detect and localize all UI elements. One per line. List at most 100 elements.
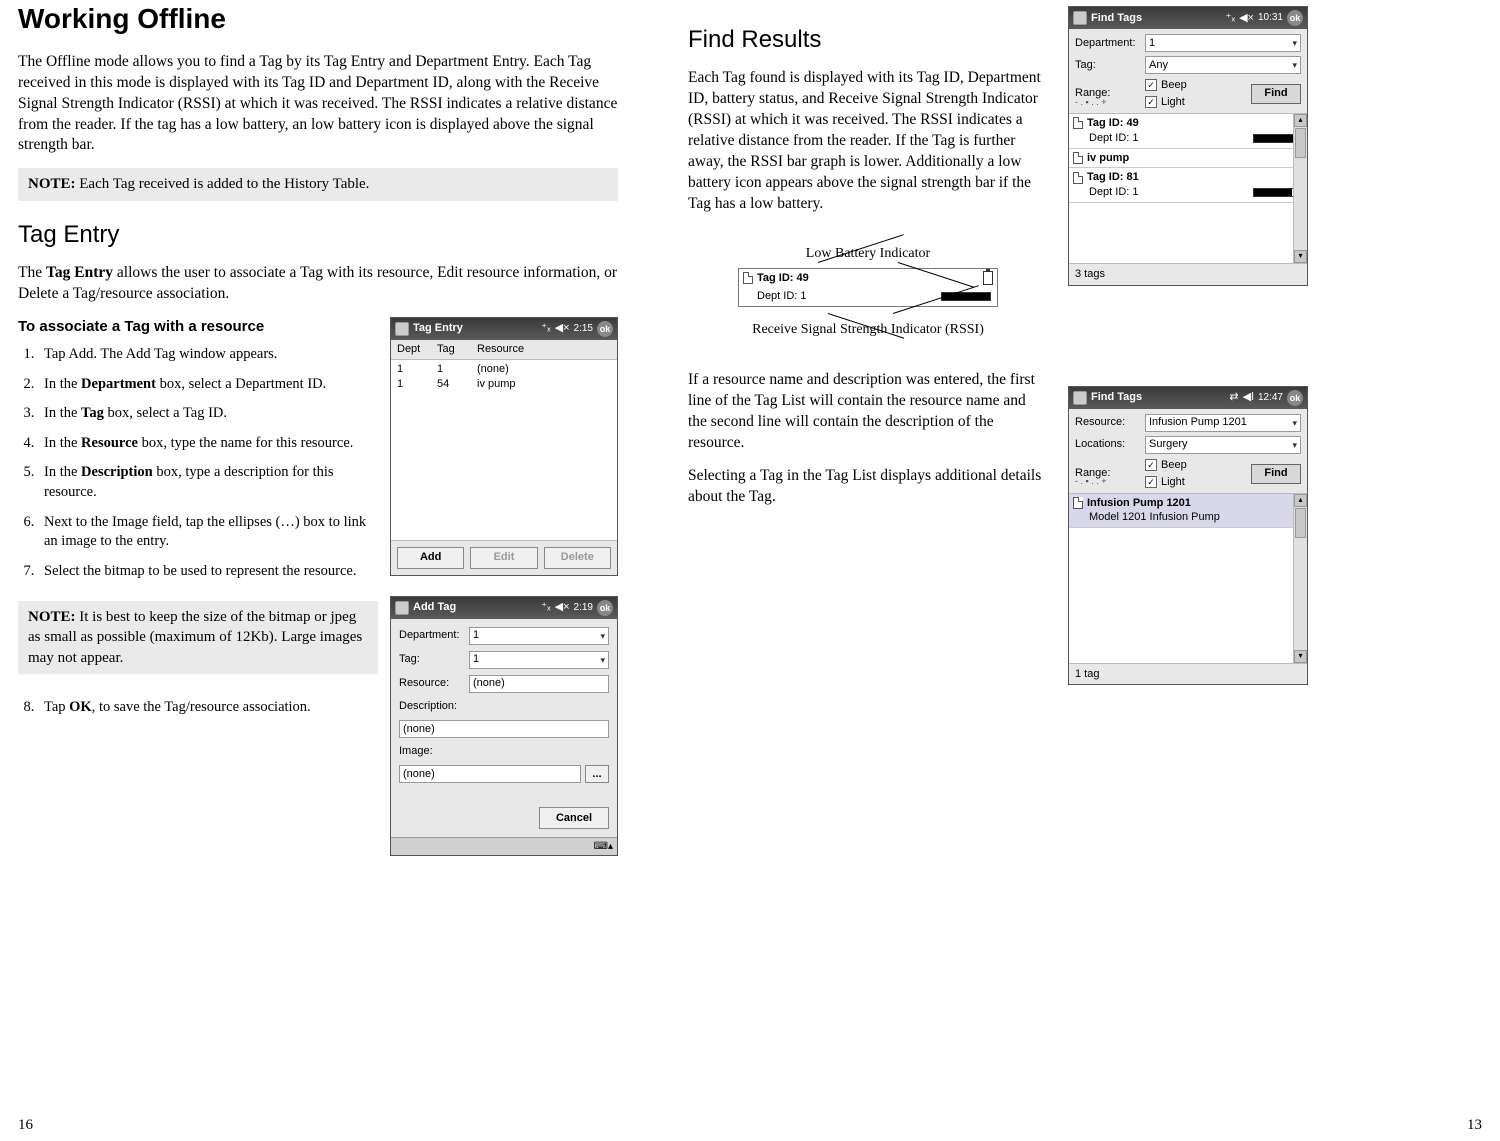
input-resource[interactable]: (none) — [469, 675, 609, 693]
row-department: Department: 1 — [399, 627, 609, 645]
document-icon — [743, 272, 753, 284]
scroll-thumb[interactable] — [1295, 128, 1306, 158]
signal-icon: ⁺ₓ — [541, 321, 550, 336]
select-tag[interactable]: 1 — [469, 651, 609, 669]
list-item-selected[interactable]: Infusion Pump 1201 Model 1201 Infusion P… — [1069, 494, 1307, 529]
label-resource: Resource: — [399, 676, 463, 691]
row-tag: Tag: 1 — [399, 651, 609, 669]
checkbox-beep[interactable]: ✓Beep — [1145, 458, 1245, 473]
ok-button[interactable]: ok — [597, 600, 613, 616]
callout-tag-item: Tag ID: 49 Dept ID: 1 — [738, 268, 998, 308]
ok-button[interactable]: ok — [1287, 10, 1303, 26]
pda-time: 2:15 — [574, 322, 593, 336]
input-value: (none) — [403, 767, 435, 782]
ok-button[interactable]: ok — [1287, 390, 1303, 406]
range-slider[interactable]: - . ▪ . . + — [1075, 96, 1301, 108]
status-footer: 1 tag — [1069, 663, 1307, 685]
checkbox-beep[interactable]: ✓Beep — [1145, 78, 1245, 93]
text-frag: Tap — [44, 699, 69, 715]
delete-button[interactable]: Delete — [544, 547, 611, 569]
scroll-thumb[interactable] — [1295, 508, 1306, 538]
label-tag: Tag: — [399, 652, 463, 667]
note-label: NOTE: — [28, 609, 76, 625]
document-icon — [1073, 117, 1083, 129]
select-department[interactable]: 1 — [1145, 34, 1301, 52]
speaker-icon: ◀× — [1239, 11, 1254, 26]
callout-tagid: Tag ID: 49 — [757, 271, 809, 286]
scroll-down-icon[interactable]: ▾ — [1294, 250, 1307, 263]
note-text: Each Tag received is added to the Histor… — [76, 176, 370, 192]
scrollbar[interactable]: ▴ ▾ — [1293, 494, 1307, 663]
select-locations[interactable]: Surgery — [1145, 436, 1301, 454]
keyboard-icon[interactable]: ⌨▴ — [594, 840, 613, 854]
note-bitmap: NOTE: It is best to keep the size of the… — [18, 601, 378, 674]
col-dept: Dept — [397, 342, 437, 357]
pda-titlebar: Find Tags ⁺ₓ ◀× 10:31 ok — [1069, 7, 1307, 29]
pda-title: Add Tag — [413, 600, 537, 615]
label-image: Image: — [399, 744, 609, 759]
cell: iv pump — [477, 377, 516, 392]
pda-time: 10:31 — [1258, 11, 1283, 25]
speaker-icon: ◀× — [555, 600, 570, 615]
list-item[interactable]: Tag ID: 49 Dept ID: 1 — [1069, 114, 1307, 149]
heading-working-offline: Working Offline — [18, 0, 618, 38]
scrollbar[interactable]: ▴ ▾ — [1293, 114, 1307, 263]
text-frag: box, select a Tag ID. — [104, 405, 227, 421]
document-icon — [1073, 497, 1083, 509]
bold-ok: OK — [69, 699, 92, 715]
list-item[interactable]: iv pump — [1069, 149, 1307, 169]
text-frag: box, type the name for this resource. — [138, 435, 353, 451]
pda-title: Tag Entry — [413, 321, 537, 336]
item-title: Infusion Pump 1201 — [1087, 496, 1191, 511]
cancel-button[interactable]: Cancel — [539, 807, 609, 829]
table-header: Dept Tag Resource — [391, 340, 617, 360]
table-row[interactable]: 1 54 iv pump — [397, 377, 611, 392]
heading-find-results: Find Results — [688, 24, 1048, 56]
label-description: Description: — [399, 699, 609, 714]
pda-time: 2:19 — [574, 601, 593, 615]
pda-time: 12:47 — [1258, 391, 1283, 405]
scroll-up-icon[interactable]: ▴ — [1294, 114, 1307, 127]
table-row[interactable]: 1 1 (none) — [397, 362, 611, 377]
checkbox-label: Beep — [1161, 78, 1187, 93]
range-slider[interactable]: - . ▪ . . + — [1075, 475, 1301, 487]
select-department[interactable]: 1 — [469, 627, 609, 645]
speaker-icon: ◀× — [555, 321, 570, 336]
edit-button[interactable]: Edit — [470, 547, 537, 569]
cell: (none) — [477, 362, 509, 377]
status-footer: 3 tags — [1069, 263, 1307, 285]
ok-button[interactable]: ok — [597, 321, 613, 337]
label-locations: Locations: — [1075, 437, 1139, 452]
pda-find-tags-1: Find Tags ⁺ₓ ◀× 10:31 ok Department: 1 T… — [1068, 6, 1308, 286]
windows-flag-icon — [1073, 11, 1087, 25]
document-icon — [1073, 172, 1083, 184]
col-resource: Resource — [477, 342, 524, 357]
ellipsis-button[interactable]: ... — [585, 765, 609, 783]
para-tagentry-intro: The Tag Entry allows the user to associa… — [18, 263, 618, 305]
tag-list: Tag ID: 49 Dept ID: 1 iv pump Tag ID: 81… — [1069, 113, 1307, 263]
signal-icon: ⁺ₓ — [541, 600, 550, 615]
scroll-down-icon[interactable]: ▾ — [1294, 650, 1307, 663]
text-frag: In the — [44, 464, 81, 480]
item-title: Tag ID: 49 — [1087, 116, 1139, 131]
select-value: 1 — [473, 628, 479, 643]
pda-titlebar: Find Tags ⇄ ◀ǀ 12:47 ok — [1069, 387, 1307, 409]
add-button[interactable]: Add — [397, 547, 464, 569]
select-tag[interactable]: Any — [1145, 56, 1301, 74]
select-resource[interactable]: Infusion Pump 1201 — [1145, 414, 1301, 432]
select-value: Infusion Pump 1201 — [1149, 415, 1247, 430]
input-value: (none) — [473, 676, 505, 691]
input-image[interactable]: (none) — [399, 765, 581, 783]
page-number-left: 16 — [18, 1115, 33, 1135]
input-description[interactable]: (none) — [399, 720, 609, 739]
bold-resource: Resource — [81, 435, 138, 451]
list-item[interactable]: Tag ID: 81 Dept ID: 1 — [1069, 168, 1307, 203]
note-history: NOTE: Each Tag received is added to the … — [18, 168, 618, 200]
label-resource: Resource: — [1075, 415, 1139, 430]
windows-flag-icon — [395, 322, 409, 336]
pda-title: Find Tags — [1091, 11, 1222, 26]
rssi-bar — [941, 292, 991, 301]
select-value: 1 — [1149, 36, 1155, 51]
para-find-intro: Each Tag found is displayed with its Tag… — [688, 68, 1048, 214]
scroll-up-icon[interactable]: ▴ — [1294, 494, 1307, 507]
